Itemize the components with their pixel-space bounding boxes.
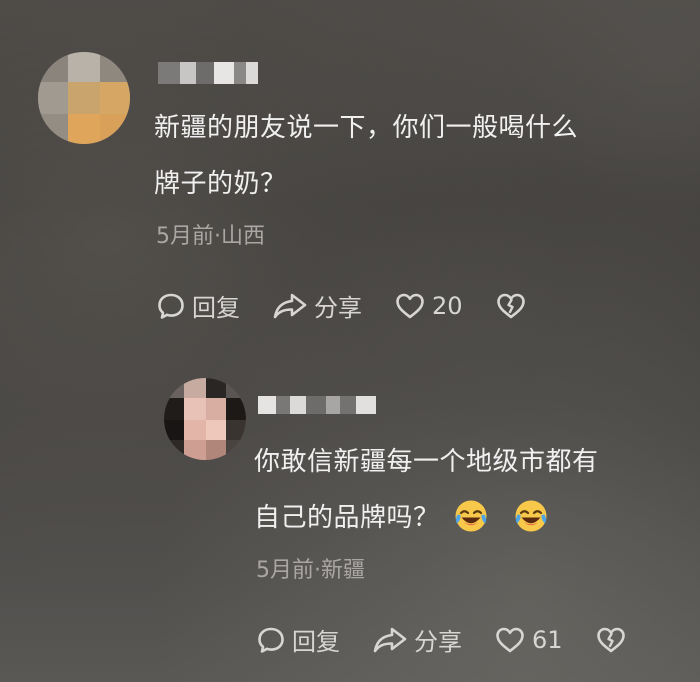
- avatar[interactable]: [38, 52, 130, 144]
- comment-text: 新疆的朋友说一下，你们一般喝什么 牌子的奶？: [154, 100, 674, 212]
- heart-icon: [394, 291, 426, 321]
- share-label: 分享: [414, 628, 462, 656]
- comment-bubble-icon: [156, 291, 186, 321]
- like-button[interactable]: 20: [394, 291, 463, 321]
- comment-meta: 5月前·新疆: [256, 558, 365, 583]
- share-arrow-icon: [372, 625, 408, 655]
- dislike-button[interactable]: [595, 625, 627, 655]
- comment-actions: 回复 分享 20: [156, 288, 559, 323]
- comment-top: 新疆的朋友说一下，你们一般喝什么 牌子的奶？ 5月前·山西 回复 分享 20: [0, 0, 700, 340]
- comment-text-line: 你敢信新疆每一个地级市都有: [254, 447, 599, 477]
- comment-actions: 回复 分享 61: [256, 622, 659, 657]
- heart-icon: [494, 625, 526, 655]
- share-label: 分享: [314, 294, 362, 322]
- reply-label: 回复: [292, 628, 340, 656]
- dislike-heart-icon: [595, 625, 627, 655]
- comment-bubble-icon: [256, 625, 286, 655]
- comment-thread: { "comments": [ { "text_line1": "新疆的朋友说一…: [0, 0, 700, 682]
- dislike-button[interactable]: [495, 291, 527, 321]
- comment-meta: 5月前·山西: [156, 224, 265, 249]
- comment-reply: 你敢信新疆每一个地级市都有 自己的品牌吗？ 5月前·新疆 回复 分享 61: [0, 340, 700, 682]
- share-arrow-icon: [272, 291, 308, 321]
- reply-button[interactable]: 回复: [256, 622, 340, 657]
- comment-text-line: 自己的品牌吗？: [254, 503, 440, 533]
- comment-text: 你敢信新疆每一个地级市都有 自己的品牌吗？: [254, 434, 684, 546]
- username-blurred[interactable]: [258, 396, 376, 414]
- laugh-cry-emoji: [454, 497, 488, 532]
- reply-button[interactable]: 回复: [156, 288, 240, 323]
- share-button[interactable]: 分享: [272, 288, 362, 323]
- reply-label: 回复: [192, 294, 240, 322]
- laugh-cry-emoji: [514, 497, 548, 532]
- dislike-heart-icon: [495, 291, 527, 321]
- comment-text-line-with-emoji: 自己的品牌吗？: [254, 490, 684, 546]
- username-blurred[interactable]: [158, 62, 258, 84]
- like-count: 20: [432, 291, 463, 320]
- share-button[interactable]: 分享: [372, 622, 462, 657]
- avatar[interactable]: [164, 378, 246, 460]
- like-count: 61: [532, 625, 563, 654]
- like-button[interactable]: 61: [494, 625, 563, 655]
- comment-text-line: 牌子的奶？: [154, 169, 287, 199]
- comment-text-line: 新疆的朋友说一下，你们一般喝什么: [154, 113, 579, 143]
